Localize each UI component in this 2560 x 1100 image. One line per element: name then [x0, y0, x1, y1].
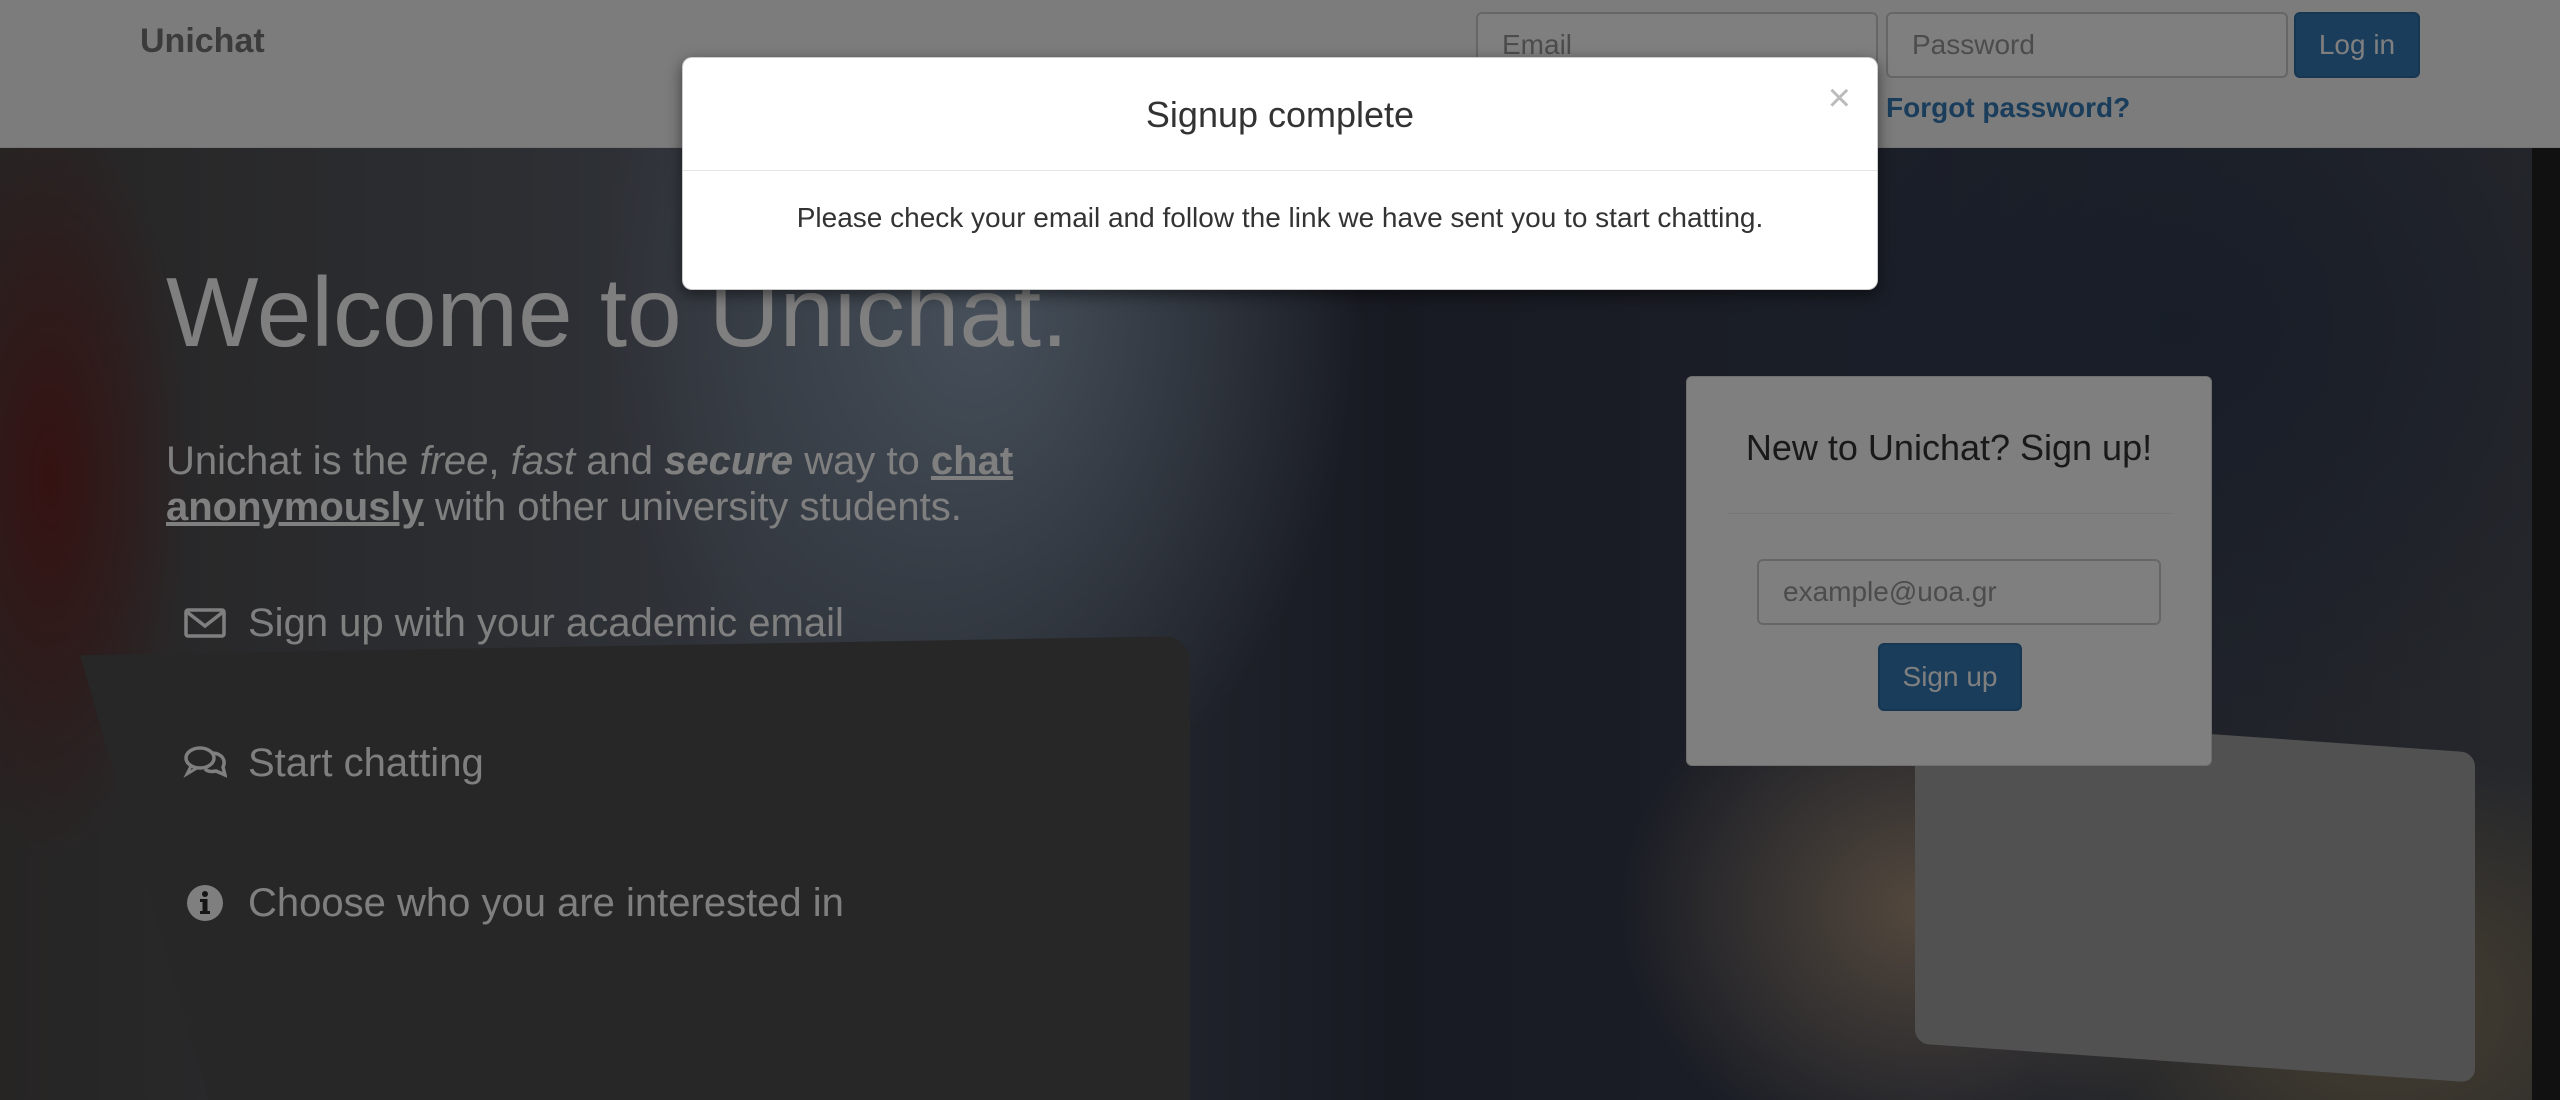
- close-icon[interactable]: ×: [1828, 78, 1851, 118]
- modal-body: Please check your email and follow the l…: [796, 202, 1764, 233]
- signup-complete-modal: Signup complete × Please check your emai…: [682, 57, 1878, 290]
- modal-header: Signup complete ×: [683, 58, 1877, 171]
- modal-title: Signup complete: [1145, 94, 1415, 135]
